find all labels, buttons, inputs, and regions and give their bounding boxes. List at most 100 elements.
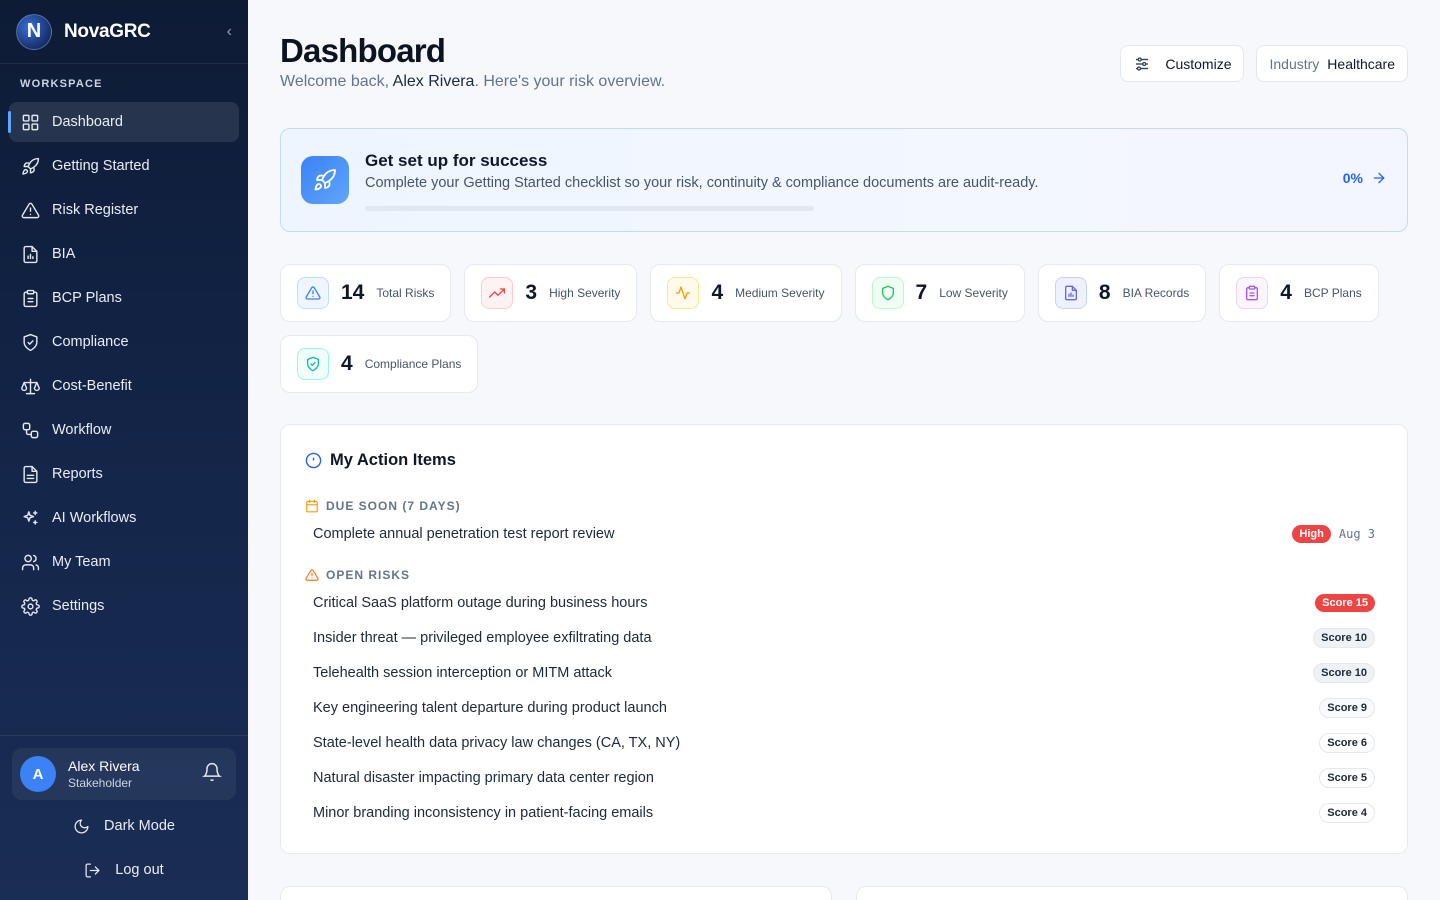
stat-label: Compliance Plans (364, 357, 462, 371)
action-items-card: My Action Items DUE SOON (7 DAYS) Comple… (280, 424, 1408, 854)
workflow-icon (20, 420, 40, 440)
welcome-text: Welcome back, Alex Rivera. Here's your r… (280, 73, 666, 90)
stat-card-total-risks[interactable]: 14 Total Risks (280, 264, 452, 322)
dark-mode-label: Dark Mode (104, 818, 175, 834)
score-badge: Score 5 (1319, 768, 1375, 788)
logout-label: Log out (115, 862, 164, 878)
risk-title: Minor branding inconsistency in patient-… (313, 805, 654, 821)
risk-row[interactable]: Key engineering talent departure during … (313, 693, 1375, 723)
risk-title: Critical SaaS platform outage during bus… (313, 595, 648, 611)
sidebar-item-ai-workflows[interactable]: AI Workflows (9, 498, 239, 538)
avatar[interactable]: A (20, 756, 56, 792)
header-actions: Customize Industry Healthcare (1120, 45, 1408, 82)
grid-icon (20, 112, 40, 132)
sidebar-item-dashboard[interactable]: Dashboard (8, 102, 239, 142)
sidebar-item-label: Dashboard (52, 114, 123, 130)
user-role: Stakeholder (68, 776, 133, 790)
risk-row[interactable]: State-level health data privacy law chan… (313, 728, 1375, 758)
sidebar-item-label: BCP Plans (52, 290, 122, 306)
rocket-icon (20, 156, 40, 176)
brand: N NovaGRC ‹ (0, 0, 248, 64)
user-card[interactable]: A Alex Rivera Stakeholder (12, 748, 236, 800)
setup-progress-label: 0% (1342, 170, 1363, 186)
sidebar-nav: Dashboard Getting Started Risk Register BIA… (0, 102, 248, 626)
due-item-row[interactable]: Complete annual penetration test report … (313, 519, 1375, 549)
due-soon-label: DUE SOON (7 DAYS) (305, 499, 461, 513)
bell-icon[interactable] (202, 762, 222, 787)
page-title: Dashboard (280, 32, 446, 69)
customize-button[interactable]: Customize (1120, 45, 1245, 82)
warning-triangle-icon (20, 200, 40, 220)
setup-description: Complete your Getting Started checklist … (365, 175, 1039, 191)
risk-row[interactable]: Insider threat — privileged employee exf… (313, 623, 1375, 653)
sidebar-item-getting-started[interactable]: Getting Started (9, 146, 239, 186)
stat-value: 4 (711, 281, 724, 304)
logout-button[interactable]: Log out (0, 848, 248, 892)
logout-icon (85, 862, 100, 878)
moon-icon (74, 818, 89, 834)
stat-value: 3 (525, 281, 538, 304)
sidebar-item-cost-benefit[interactable]: Cost-Benefit (9, 366, 239, 406)
risk-row[interactable]: Critical SaaS platform outage during bus… (313, 588, 1375, 618)
stat-label: Low Severity (939, 286, 1008, 300)
sidebar-item-label: Cost-Benefit (52, 378, 132, 394)
sidebar-item-compliance[interactable]: Compliance (9, 322, 239, 362)
document-chart-icon (20, 244, 40, 264)
sidebar-item-bcp-plans[interactable]: BCP Plans (9, 278, 239, 318)
trending-up-icon (481, 277, 514, 309)
scale-icon (20, 376, 40, 396)
stat-card-low-severity[interactable]: 7 Low Severity (854, 264, 1025, 322)
stat-label: BIA Records (1122, 286, 1190, 300)
stat-value: 7 (915, 281, 928, 304)
stats-row: 14 Total Risks 3 High Severity 4 Medium Sever… (280, 264, 1408, 393)
risk-row[interactable]: Natural disaster impacting primary data … (313, 763, 1375, 793)
activity-icon (667, 277, 700, 309)
collapse-sidebar-icon[interactable]: ‹ (227, 23, 232, 41)
priority-badge: High (1292, 525, 1331, 543)
app-name: NovaGRC (64, 20, 151, 42)
sidebar-item-my-team[interactable]: My Team (9, 542, 239, 582)
sidebar-footer: A Alex Rivera Stakeholder Dark Mode Log … (0, 735, 248, 900)
shield-check-icon (20, 332, 40, 352)
stat-value: 4 (1280, 281, 1292, 304)
industry-selector[interactable]: Industry Healthcare (1256, 45, 1408, 82)
shield-icon (871, 277, 904, 309)
sidebar-item-risk-register[interactable]: Risk Register (9, 190, 239, 230)
welcome-user-name: Alex Rivera (392, 73, 475, 90)
document-chart-icon (1054, 277, 1087, 309)
stat-card-bia-records[interactable]: 8 BIA Records (1037, 264, 1207, 322)
sidebar-item-label: My Team (52, 554, 111, 570)
stat-card-medium-severity[interactable]: 4 Medium Severity (650, 264, 842, 322)
risk-title: Natural disaster impacting primary data … (313, 770, 654, 786)
user-info: Alex Rivera Stakeholder (68, 758, 140, 790)
shield-check-icon (297, 348, 329, 380)
stat-card-bcp-plans[interactable]: 4 BCP Plans (1219, 264, 1379, 322)
sidebar-item-workflow[interactable]: Workflow (9, 410, 239, 450)
dark-mode-toggle[interactable]: Dark Mode (0, 804, 248, 848)
clipboard-icon (20, 288, 40, 308)
due-item-text: Complete annual penetration test report … (313, 526, 615, 542)
risk-row[interactable]: Telehealth session interception or MITM … (313, 658, 1375, 688)
stat-value: 4 (341, 352, 353, 375)
sidebar-item-label: Reports (52, 466, 103, 482)
sidebar-item-settings[interactable]: Settings (9, 586, 239, 626)
clipboard-icon (1236, 277, 1269, 309)
risk-row[interactable]: Minor branding inconsistency in patient-… (313, 798, 1375, 828)
setup-progress-link[interactable]: 0% (1343, 170, 1387, 186)
dashboard-widget (280, 886, 832, 900)
alert-circle-icon (305, 452, 322, 469)
score-badge: Score 6 (1319, 733, 1375, 753)
warning-triangle-icon (305, 569, 319, 581)
stat-label: Total Risks (376, 286, 435, 300)
app-logo[interactable]: N (16, 13, 52, 50)
setup-banner[interactable]: Get set up for success Complete your Get… (280, 128, 1408, 232)
risk-title: Key engineering talent departure during … (313, 700, 667, 716)
dashboard-widget (856, 886, 1408, 900)
sidebar-item-bia[interactable]: BIA (9, 234, 239, 274)
sidebar-item-reports[interactable]: Reports (9, 454, 239, 494)
stat-card-compliance-plans[interactable]: 4 Compliance Plans (280, 335, 479, 393)
sidebar: N NovaGRC ‹ WORKSPACE Dashboard Getting S… (0, 0, 248, 900)
risk-title: State-level health data privacy law chan… (313, 735, 681, 751)
stat-card-high-severity[interactable]: 3 High Severity (464, 264, 638, 322)
risk-title: Telehealth session interception or MITM … (313, 665, 612, 681)
